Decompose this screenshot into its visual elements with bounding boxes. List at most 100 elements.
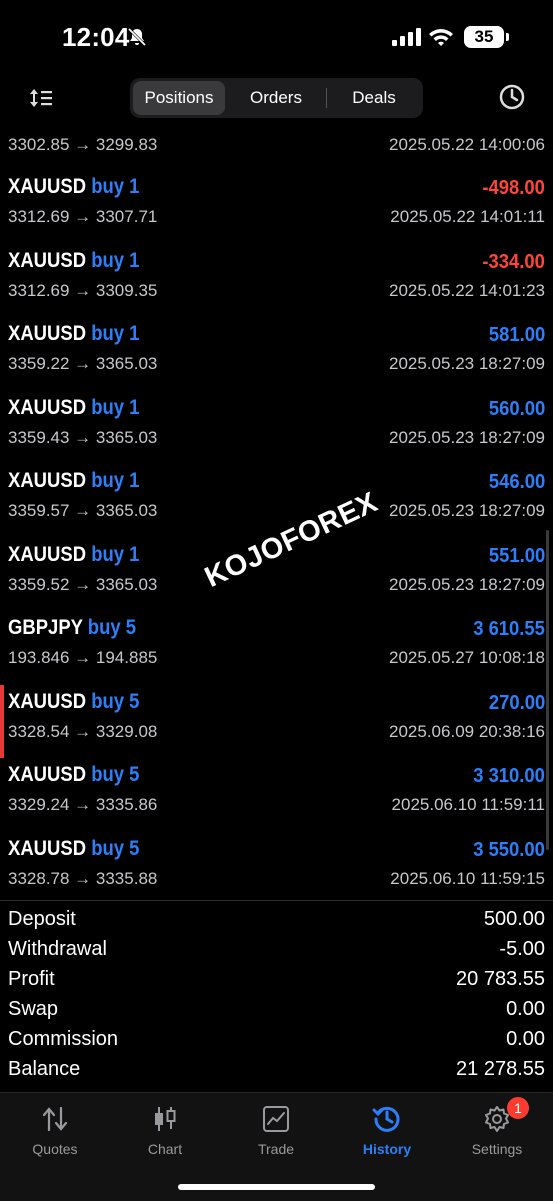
deal-prices: 3359.57 → 3365.03 bbox=[8, 501, 158, 520]
deal-symbol: GBPJPY buy 5 bbox=[8, 616, 137, 639]
deal-row[interactable]: XAUUSD buy 5 3 310.00 3329.24 → 3335.86 … bbox=[0, 762, 553, 836]
deal-date: 2025.05.23 18:27:09 bbox=[389, 427, 545, 447]
segment-divider bbox=[326, 88, 327, 108]
deal-date: 2025.05.22 14:01:11 bbox=[390, 207, 545, 226]
deal-prices: 3302.85 → 3299.83 bbox=[8, 135, 158, 154]
deal-row[interactable]: XAUUSD buy 5 3 550.00 3328.78 → 3335.88 … bbox=[0, 836, 553, 910]
summary-divider bbox=[0, 900, 553, 901]
deals-list: 3302.85 → 3299.83 2025.05.22 14:00:06 XA… bbox=[0, 130, 553, 909]
segment-deals[interactable]: Deals bbox=[328, 81, 420, 115]
deal-direction: buy 5 bbox=[91, 836, 140, 860]
deal-profit: -334.00 bbox=[482, 250, 545, 273]
deal-prices: 3359.52 → 3365.03 bbox=[8, 574, 158, 594]
deal-profit: 3 610.55 bbox=[473, 618, 545, 640]
deal-direction: buy 5 bbox=[91, 763, 140, 786]
wifi-icon bbox=[428, 27, 454, 52]
deal-prices: 193.846 → 194.885 bbox=[8, 648, 158, 667]
selected-row-marker bbox=[0, 684, 4, 758]
tab-label: Chart bbox=[147, 1141, 183, 1157]
trade-icon bbox=[221, 1103, 331, 1135]
deal-prices: 3359.22 → 3365.03 bbox=[8, 354, 158, 373]
deal-profit: 551.00 bbox=[488, 544, 545, 567]
deal-direction: buy 1 bbox=[91, 322, 140, 345]
cellular-signal-icon bbox=[392, 28, 422, 51]
summary-row-balance: Balance 21 278.55 bbox=[0, 1056, 553, 1086]
deal-profit: 581.00 bbox=[488, 324, 545, 346]
summary-value: -5.00 bbox=[499, 938, 545, 960]
summary-section: Deposit 500.00 Withdrawal -5.00 Profit 2… bbox=[0, 906, 553, 1086]
deal-profit: 3 550.00 bbox=[473, 838, 545, 861]
deal-date: 2025.06.10 11:59:15 bbox=[390, 868, 545, 888]
deal-direction: buy 5 bbox=[87, 616, 137, 639]
quotes-icon bbox=[0, 1103, 110, 1135]
deal-profit: 560.00 bbox=[488, 397, 545, 420]
deal-symbol: XAUUSD buy 1 bbox=[8, 469, 140, 492]
tab-quotes[interactable]: Quotes bbox=[0, 1103, 110, 1157]
clock-icon[interactable] bbox=[498, 83, 526, 116]
deal-symbol: XAUUSD buy 1 bbox=[8, 248, 140, 272]
deal-symbol: XAUUSD buy 5 bbox=[8, 689, 140, 713]
summary-label: Deposit bbox=[8, 908, 76, 930]
deal-symbol: XAUUSD buy 5 bbox=[8, 763, 140, 786]
summary-value: 500.00 bbox=[483, 908, 545, 930]
summary-value: 21 278.55 bbox=[456, 1058, 545, 1080]
status-bar: 12:04 35 bbox=[0, 0, 553, 70]
deal-row[interactable]: 3302.85 → 3299.83 2025.05.22 14:00:06 bbox=[0, 130, 553, 174]
summary-row-commission: Commission 0.00 bbox=[0, 1026, 553, 1056]
summary-row-profit: Profit 20 783.55 bbox=[0, 966, 553, 996]
deal-direction: buy 5 bbox=[91, 689, 140, 713]
tab-history[interactable]: History bbox=[332, 1103, 442, 1157]
sort-icon[interactable] bbox=[28, 86, 54, 115]
deal-symbol: XAUUSD buy 1 bbox=[8, 542, 140, 566]
deal-row[interactable]: XAUUSD buy 1 560.00 3359.43 → 3365.03 20… bbox=[0, 395, 553, 469]
deal-row[interactable]: XAUUSD buy 1 -498.00 3312.69 → 3307.71 2… bbox=[0, 174, 553, 248]
deal-profit: 546.00 bbox=[488, 471, 545, 493]
deal-prices: 3359.43 → 3365.03 bbox=[8, 427, 158, 447]
summary-row-withdrawal: Withdrawal -5.00 bbox=[0, 936, 553, 966]
tab-chart[interactable]: Chart bbox=[110, 1103, 220, 1157]
deal-row[interactable]: XAUUSD buy 1 -334.00 3312.69 → 3309.35 2… bbox=[0, 248, 553, 322]
deal-prices: 3328.54 → 3329.08 bbox=[8, 721, 158, 741]
deal-date: 2025.05.27 10:08:18 bbox=[389, 648, 545, 667]
deal-direction: buy 1 bbox=[91, 175, 140, 198]
deal-profit: -498.00 bbox=[482, 177, 545, 199]
deal-date: 2025.06.09 20:38:16 bbox=[389, 721, 545, 741]
summary-row-swap: Swap 0.00 bbox=[0, 996, 553, 1026]
scrollbar[interactable] bbox=[546, 530, 549, 850]
history-icon bbox=[332, 1103, 442, 1135]
tab-settings[interactable]: 1 Settings bbox=[442, 1097, 552, 1157]
summary-label: Commission bbox=[8, 1028, 119, 1050]
deal-direction: buy 1 bbox=[91, 469, 140, 492]
deal-date: 2025.05.22 14:01:23 bbox=[389, 280, 545, 300]
tab-label: Settings bbox=[471, 1141, 523, 1157]
deal-date: 2025.06.10 11:59:11 bbox=[391, 795, 545, 814]
deal-direction: buy 1 bbox=[91, 542, 140, 566]
status-time: 12:04 bbox=[62, 22, 130, 52]
deal-row[interactable]: GBPJPY buy 5 3 610.55 193.846 → 194.885 … bbox=[0, 615, 553, 689]
summary-value: 0.00 bbox=[506, 998, 545, 1020]
summary-label: Withdrawal bbox=[8, 938, 107, 960]
deal-date: 2025.05.23 18:27:09 bbox=[389, 354, 545, 373]
notification-badge: 1 bbox=[507, 1097, 529, 1119]
deal-symbol: XAUUSD buy 5 bbox=[8, 836, 140, 860]
deal-prices: 3329.24 → 3335.86 bbox=[8, 795, 158, 814]
deal-row[interactable]: XAUUSD buy 5 270.00 3328.54 → 3329.08 20… bbox=[0, 684, 553, 763]
segment-positions[interactable]: Positions bbox=[133, 81, 225, 115]
segment-orders[interactable]: Orders bbox=[228, 81, 324, 115]
tab-label: Quotes bbox=[32, 1141, 78, 1157]
summary-label: Balance bbox=[8, 1058, 81, 1080]
deal-prices: 3328.78 → 3335.88 bbox=[8, 868, 158, 888]
summary-label: Profit bbox=[8, 968, 55, 990]
summary-value: 20 783.55 bbox=[456, 968, 545, 990]
gear-icon bbox=[442, 1103, 552, 1135]
deal-direction: buy 1 bbox=[91, 395, 140, 419]
bell-muted-icon bbox=[126, 26, 148, 53]
deal-profit: 270.00 bbox=[488, 691, 545, 714]
deal-prices: 3312.69 → 3309.35 bbox=[8, 280, 158, 300]
view-segmented-control: Positions Orders Deals bbox=[130, 78, 423, 118]
summary-value: 0.00 bbox=[506, 1028, 545, 1050]
deal-row[interactable]: XAUUSD buy 1 581.00 3359.22 → 3365.03 20… bbox=[0, 321, 553, 395]
deal-symbol: XAUUSD buy 1 bbox=[8, 322, 140, 345]
deal-date: 2025.05.23 18:27:09 bbox=[389, 501, 545, 520]
tab-trade[interactable]: Trade bbox=[221, 1103, 331, 1157]
